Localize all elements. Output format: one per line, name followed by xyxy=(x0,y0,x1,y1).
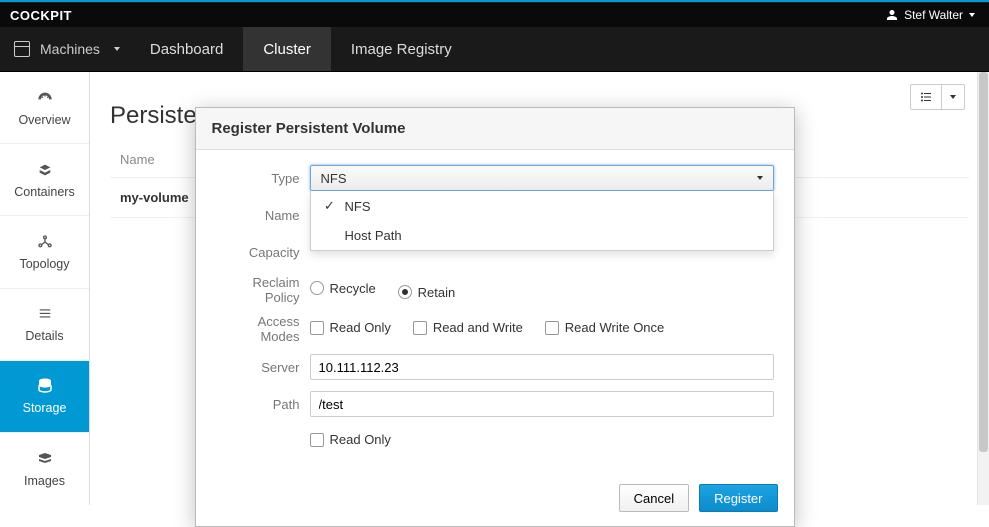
radio-recycle[interactable]: Recycle xyxy=(310,281,376,296)
label-capacity: Capacity xyxy=(216,245,310,260)
check-path-readonly[interactable]: Read Only xyxy=(310,432,391,447)
type-select[interactable]: NFS xyxy=(310,165,774,191)
user-name: Stef Walter xyxy=(904,8,963,22)
label-reclaim: Reclaim Policy xyxy=(216,275,310,305)
label-type: Type xyxy=(216,171,310,186)
type-option-hostpath[interactable]: Host Path xyxy=(311,221,773,250)
check-icon: ✓ xyxy=(323,198,337,214)
register-volume-modal: Register Persistent Volume Type NFS ✓ NF… xyxy=(195,107,795,527)
label-path: Path xyxy=(216,397,310,412)
modal-backdrop: Register Persistent Volume Type NFS ✓ NF… xyxy=(0,27,989,505)
user-menu[interactable]: Stef Walter xyxy=(882,8,979,22)
check-read-write[interactable]: Read and Write xyxy=(413,320,523,335)
brand-logo: COCKPIT xyxy=(10,8,72,23)
check-read-only[interactable]: Read Only xyxy=(310,320,391,335)
label-access: Access Modes xyxy=(216,314,310,344)
type-dropdown: ✓ NFS Host Path xyxy=(310,191,774,251)
register-button[interactable]: Register xyxy=(699,484,777,512)
type-selected-value: NFS xyxy=(321,171,347,186)
chevron-down-icon xyxy=(757,176,763,180)
label-server: Server xyxy=(216,360,310,375)
chevron-down-icon xyxy=(969,13,975,17)
cancel-button[interactable]: Cancel xyxy=(619,484,689,512)
label-name: Name xyxy=(216,208,310,223)
path-input[interactable] xyxy=(310,391,774,417)
radio-retain[interactable]: Retain xyxy=(398,285,456,300)
user-icon xyxy=(886,9,898,21)
modal-title: Register Persistent Volume xyxy=(196,108,794,150)
header-bar: COCKPIT Stef Walter xyxy=(0,2,989,27)
check-read-write-once[interactable]: Read Write Once xyxy=(545,320,664,335)
type-option-nfs[interactable]: ✓ NFS xyxy=(311,191,773,221)
server-input[interactable] xyxy=(310,354,774,380)
